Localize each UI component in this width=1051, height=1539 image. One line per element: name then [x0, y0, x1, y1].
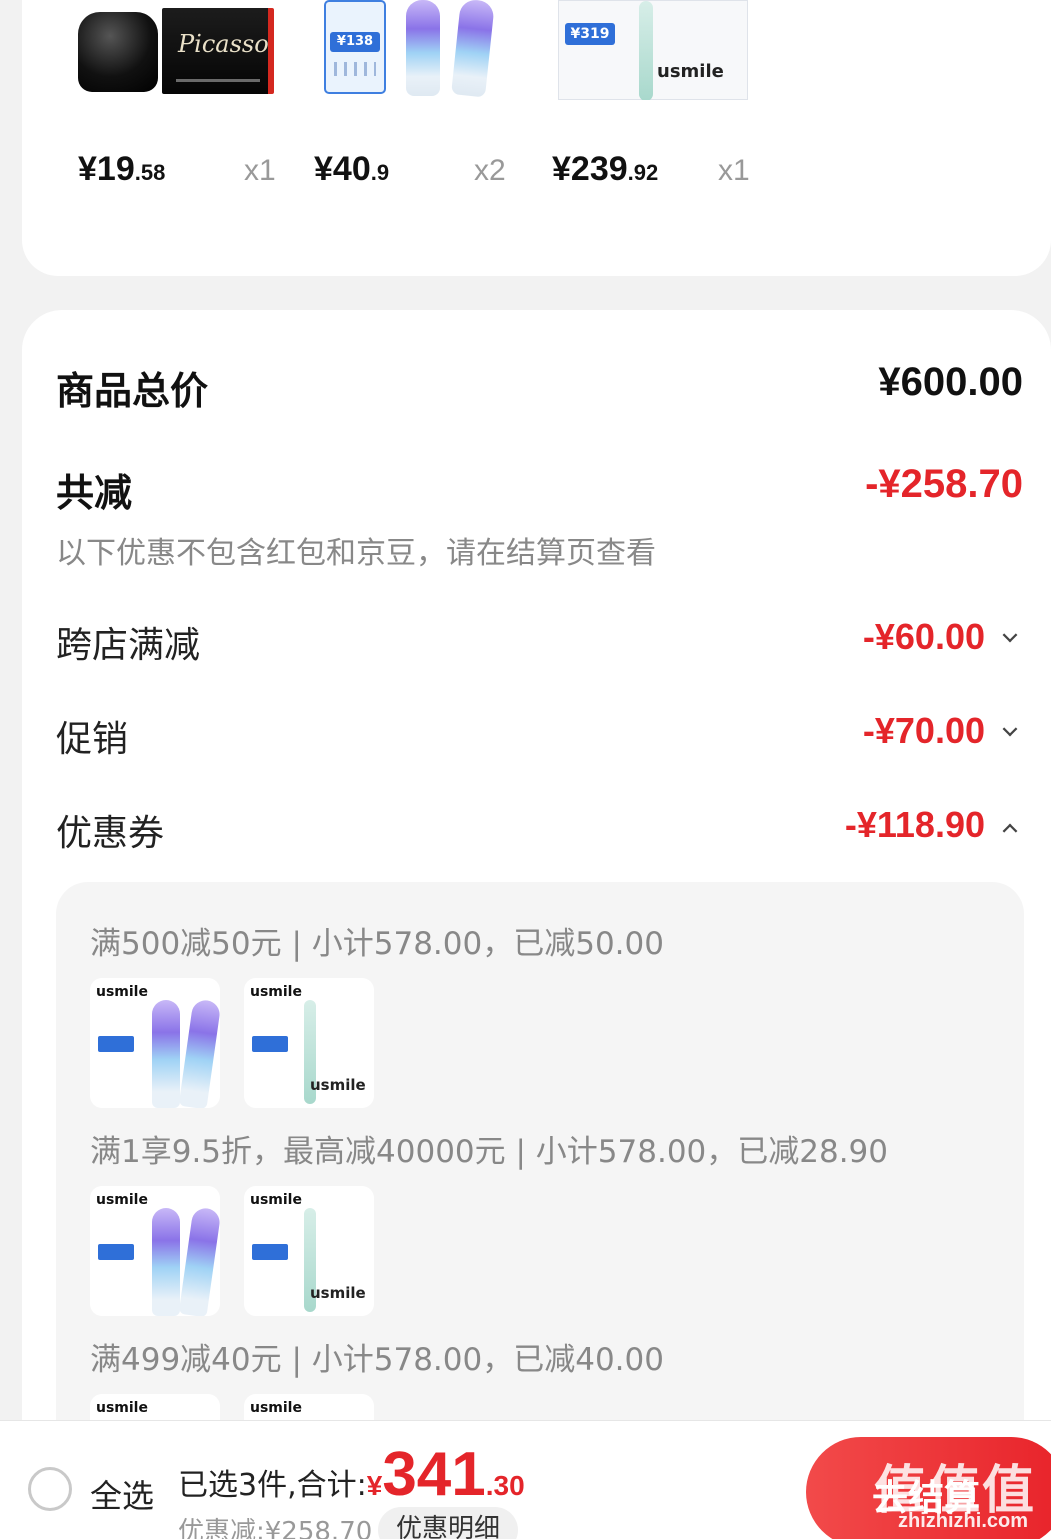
product-price: ¥239.92 [552, 150, 659, 188]
coupon-product-thumbnail[interactable]: usmile usmile [244, 1186, 374, 1316]
product-price: ¥40.9 [314, 150, 390, 188]
product-qty: x1 [718, 154, 750, 187]
promotion-value: -¥70.00 [862, 710, 985, 751]
toothbrush-box-image: ¥319 usmile [558, 0, 748, 100]
promotion-row[interactable]: 促销 -¥70.00 [56, 710, 1023, 760]
total-amount: 341 [382, 1440, 486, 1509]
ink-signature-logo: Picasso [178, 30, 269, 58]
coupon-label: 优惠券 [56, 813, 165, 854]
box-card-price: ¥319 [565, 23, 615, 45]
product-qty: x1 [244, 154, 276, 187]
ink-box-image: Picasso [162, 8, 274, 94]
coupon-product-thumbnail[interactable]: usmile [90, 978, 220, 1108]
coupon-value: -¥118.90 [844, 804, 985, 845]
watermark-url: zhizhizhi.com [898, 1510, 1028, 1532]
discount-summary: 优惠减:¥258.70 [178, 1517, 373, 1539]
discount-note: 以下优惠不包含红包和京豆，请在结算页查看 [56, 536, 656, 571]
brush-head-card-image: ¥138 [324, 0, 386, 94]
total-price-row: 商品总价 ¥600.00 [56, 360, 1023, 413]
coupon-product-thumbnail[interactable]: usmile [90, 1186, 220, 1316]
coupon-rule: 满499减40元 | 小计578.00，已减40.00 [90, 1342, 664, 1378]
total-reduce-label: 共减 [56, 471, 133, 515]
total-reduce-row: 共减 -¥258.70 [56, 462, 1023, 515]
coupon-product-thumbnail[interactable]: usmile usmile [244, 978, 374, 1108]
brush-head-image [406, 0, 440, 96]
chevron-down-icon[interactable] [1002, 627, 1018, 643]
total-price-label: 商品总价 [56, 369, 209, 413]
head-card-price: ¥138 [330, 32, 380, 52]
cross-store-discount-row[interactable]: 跨店满减 -¥60.00 [56, 616, 1023, 666]
select-all-checkbox[interactable] [28, 1467, 72, 1511]
product-list-card: Picasso ¥138 ¥319 usmile ¥19.58 x1 ¥40.9… [22, 0, 1051, 276]
brush-head-image [451, 0, 495, 98]
price-summary-card: 商品总价 ¥600.00 共减 -¥258.70 以下优惠不包含红包和京豆，请在… [22, 310, 1051, 1539]
coupon-rule: 满1享9.5折，最高减40000元 | 小计578.00，已减28.90 [90, 1134, 889, 1170]
chevron-up-icon[interactable] [1002, 823, 1018, 839]
promotion-label: 促销 [56, 719, 129, 760]
product-thumbnail-ink[interactable]: Picasso [78, 0, 278, 100]
ink-bottle-image [78, 12, 158, 92]
product-thumbnail-toothbrush[interactable]: ¥319 usmile [558, 0, 758, 100]
product-price: ¥19.58 [78, 150, 166, 188]
total-reduce-value: -¥258.70 [865, 462, 1023, 506]
selected-total: 已选3件,合计:¥341.30 [178, 1440, 525, 1509]
brand-logo: usmile [657, 61, 724, 82]
discount-detail-button[interactable]: 优惠明细 [378, 1507, 518, 1539]
select-all-label[interactable]: 全选 [90, 1471, 154, 1517]
product-qty: x2 [474, 154, 506, 187]
chevron-down-icon[interactable] [1002, 721, 1018, 737]
cross-store-value: -¥60.00 [862, 616, 985, 657]
cross-store-label: 跨店满减 [56, 625, 201, 666]
coupon-rule: 满500减50元 | 小计578.00，已减50.00 [90, 926, 664, 962]
total-price-value: ¥600.00 [878, 360, 1023, 404]
coupon-row[interactable]: 优惠券 -¥118.90 [56, 804, 1023, 854]
product-thumbnail-brush-heads[interactable]: ¥138 [318, 0, 518, 100]
